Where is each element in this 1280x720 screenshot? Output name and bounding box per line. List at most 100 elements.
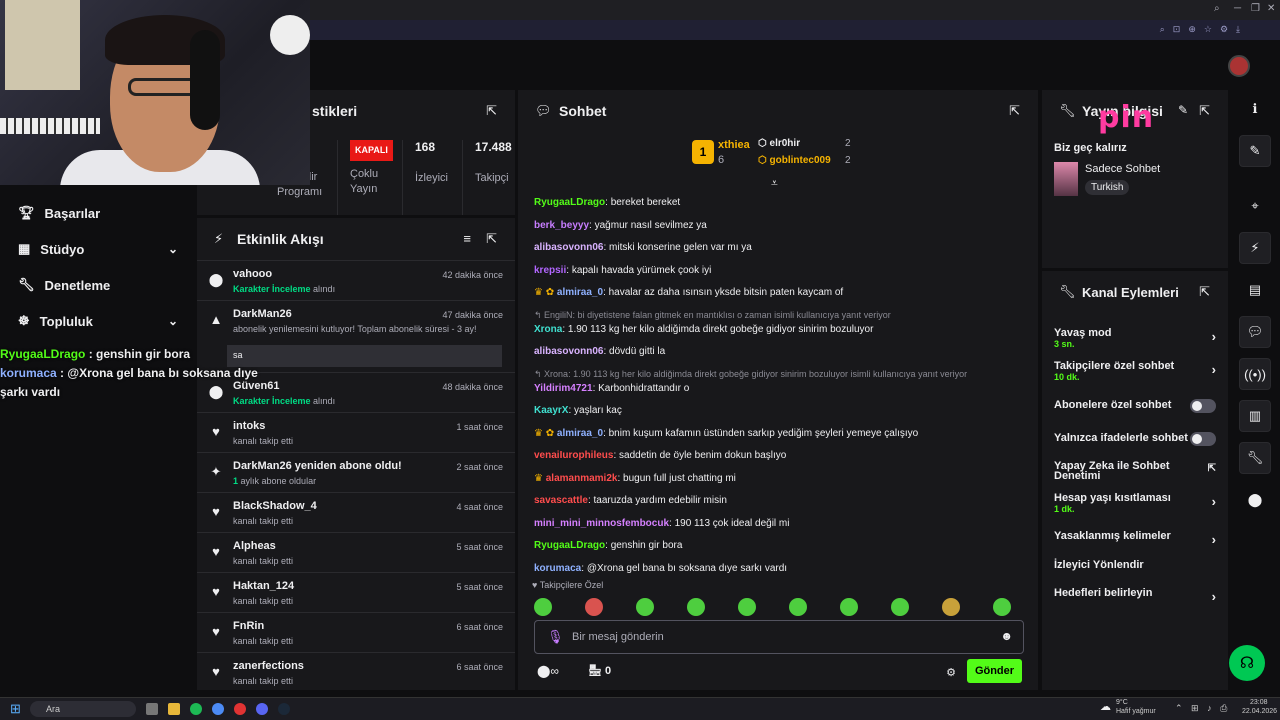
chat-username[interactable]: KaayrX	[534, 405, 568, 416]
user-avatar[interactable]	[1228, 55, 1250, 77]
zoom-icon[interactable]: ⌕	[1160, 24, 1165, 35]
chat-username[interactable]: berk_beyyy	[534, 220, 589, 231]
support-icon[interactable]: ☊	[1229, 645, 1265, 681]
channel-action[interactable]: Yalnızca ifadelerle sohbet	[1054, 432, 1216, 446]
emote-icon[interactable]	[891, 598, 909, 616]
category-thumbnail[interactable]	[1054, 162, 1078, 196]
chat-message[interactable]: krepsii: kapalı havada yürümek çook iyi	[534, 263, 1024, 286]
community-points-icon[interactable]: ⬤∞	[537, 664, 559, 678]
leader-name[interactable]: xthiea	[718, 139, 750, 151]
wrench-icon[interactable]: 🔧︎	[1239, 442, 1271, 474]
pencil-icon[interactable]: ✎	[1239, 135, 1271, 167]
steam-icon[interactable]	[278, 703, 290, 715]
popout-icon[interactable]: ⇱	[1009, 103, 1020, 119]
category-name[interactable]: Sadece Sohbet	[1085, 163, 1160, 175]
info-icon[interactable]: ℹ	[1239, 93, 1271, 125]
document-icon[interactable]: ▤	[1239, 274, 1271, 306]
file-explorer-icon[interactable]	[168, 703, 180, 715]
channel-action[interactable]: Yavaş mod 3 sn. ›	[1054, 327, 1216, 349]
windows-start-icon[interactable]: ⊞	[10, 701, 21, 717]
collapse-icon[interactable]: ⩡	[771, 176, 778, 191]
chat-username[interactable]: almiraa_0	[557, 287, 603, 298]
emote-icon[interactable]	[738, 598, 756, 616]
popout-icon[interactable]: ⇱	[1199, 284, 1210, 300]
chrome-icon[interactable]	[212, 703, 224, 715]
channel-action[interactable]: Takipçilere özel sohbet 10 dk. ›	[1054, 360, 1216, 382]
chat-username[interactable]: mini_mini_minnosfembocuk	[534, 518, 669, 529]
activity-item[interactable]: ♥ Alpheas 5 saat önce kanalı takip etti	[197, 532, 515, 572]
clock-time[interactable]: 23:08	[1250, 699, 1268, 706]
leader-row[interactable]: ⬡ elr0hir	[758, 138, 800, 149]
channel-action[interactable]: İzleyici Yönlendir	[1054, 559, 1216, 571]
activity-item[interactable]: ⬤ vahooo 42 dakika önce Karakter İnceleme a…	[197, 260, 515, 300]
community-icon[interactable]: ⬤	[1239, 484, 1271, 516]
send-button[interactable]: Gönder	[967, 659, 1022, 683]
opera-icon[interactable]	[234, 703, 246, 715]
sidebar-item-moderation[interactable]: 🔧︎ Denetleme	[18, 277, 178, 293]
chat-message[interactable]: alibasovonn06: dövdü gitti la	[534, 344, 1024, 367]
chat-message[interactable]: Yildirim4721: Karbonhidrattandır o	[534, 381, 1024, 404]
address-bar[interactable]: ⌕ ⊡ ⊕ ☆ ⚙ ⤓	[310, 20, 1280, 40]
discord-icon[interactable]	[256, 703, 268, 715]
minimize-icon[interactable]: ─	[1234, 3, 1241, 14]
camera-icon[interactable]: ⌖	[1239, 190, 1271, 222]
chat-input[interactable]: 🎙︎ Bir mesaj gönderin ☻	[534, 620, 1024, 654]
emote-icon[interactable]	[993, 598, 1011, 616]
chat-username[interactable]: almiraa_0	[557, 428, 603, 439]
emoji-icon[interactable]: ☻	[1000, 629, 1013, 643]
chat-username[interactable]: venaiIurophileus	[534, 450, 613, 461]
chat-message[interactable]: Xrona: 1.90 113 kg her kilo aldiğimda di…	[534, 322, 1024, 345]
chat-username[interactable]: RyugaaLDrago	[534, 197, 605, 208]
chat-message[interactable]: korumaca: @Xrona gel bana bı soksana dıy…	[534, 561, 1024, 584]
channel-action[interactable]: Abonelere özel sohbet	[1054, 399, 1216, 413]
popout-icon[interactable]: ⇱	[486, 231, 497, 247]
stat-multistream[interactable]: KAPALI Çoklu Yayın	[337, 140, 397, 215]
activity-item[interactable]: ✦ DarkMan26 yeniden abone oldu! 2 saat önc…	[197, 452, 515, 492]
chevron-down-icon[interactable]: ⌄	[168, 242, 178, 256]
toggle-switch[interactable]	[1190, 432, 1216, 446]
chat-username[interactable]: krepsii	[534, 265, 566, 276]
taskbar-search[interactable]: Ara	[30, 701, 136, 717]
broadcast-icon[interactable]: ((•))	[1239, 358, 1271, 390]
edit-icon[interactable]: ✎	[1178, 103, 1188, 117]
chat-username[interactable]: korumaca	[534, 563, 581, 574]
emote-icon[interactable]	[942, 598, 960, 616]
chat-message[interactable]: ♛ ✿ almiraa_0: bnim kuşum kafamın üstünd…	[534, 426, 1024, 449]
activity-item[interactable]: ♥ FnRin 6 saat önce kanalı takip etti	[197, 612, 515, 652]
close-icon[interactable]: ✕	[1267, 3, 1275, 14]
toggle-switch[interactable]	[1190, 399, 1216, 413]
chat-message[interactable]: RyugaaLDrago: genshin gir bora	[534, 538, 1024, 561]
chat-message[interactable]: ♛ alamanmami2k: bugun full just chatting…	[534, 471, 1024, 494]
chat-message[interactable]: mini_mini_minnosfembocuk: 190 113 çok id…	[534, 516, 1024, 539]
channel-action[interactable]: Yasaklanmış kelimeler ›	[1054, 530, 1216, 547]
popout-icon[interactable]: ⇱	[486, 103, 497, 119]
chat-username[interactable]: alibasovonn06	[534, 346, 603, 357]
activity-item[interactable]: ♥ intoks 1 saat önce kanalı takip etti	[197, 412, 515, 452]
chat-message[interactable]: savascattle: taaruzda yardım edebilir mi…	[534, 493, 1024, 516]
chat-message[interactable]: alibasovonn06: mitski konserine gelen va…	[534, 240, 1024, 263]
chevron-down-icon[interactable]: ⌄	[168, 314, 178, 328]
emote-icon[interactable]	[840, 598, 858, 616]
sidebar-item-studio[interactable]: ▦ Stüdyo ⌄	[18, 241, 178, 257]
chat-username[interactable]: Xrona	[534, 324, 562, 335]
sidebar-item-achievements[interactable]: 🏆︎ Başarılar	[18, 205, 178, 221]
layout-icon[interactable]: ▥	[1239, 400, 1271, 432]
lightning-icon[interactable]: ⚡︎	[1239, 232, 1271, 264]
emote-icon[interactable]	[789, 598, 807, 616]
chat-icon[interactable]: 💬︎	[1239, 316, 1271, 348]
chat-message[interactable]: venaiIurophileus: saddetin de öyle benim…	[534, 448, 1024, 471]
maximize-icon[interactable]: ❐	[1251, 3, 1260, 14]
task-view-icon[interactable]	[146, 703, 158, 715]
activity-item[interactable]: ♥ Haktan_124 5 saat önce kanalı takip etti	[197, 572, 515, 612]
emote-icon[interactable]	[585, 598, 603, 616]
chat-username[interactable]: alibasovonn06	[534, 242, 603, 253]
channel-action[interactable]: Yapay Zeka ile Sohbet Denetimi ⇱	[1054, 461, 1216, 482]
channel-action[interactable]: Hedefleri belirleyin ›	[1054, 587, 1216, 604]
filter-icon[interactable]: ≡	[463, 231, 471, 246]
popout-icon[interactable]: ⇱	[1199, 103, 1210, 119]
sidebar-item-community[interactable]: ☸ Topluluk ⌄	[18, 313, 178, 329]
activity-item[interactable]: ♥ BlackShadow_4 4 saat önce kanalı takip et…	[197, 492, 515, 532]
leader-row[interactable]: ⬡ goblintec009	[758, 155, 831, 166]
extension-icon[interactable]: ⊡	[1173, 24, 1181, 35]
chat-username[interactable]: RyugaaLDrago	[534, 540, 605, 551]
